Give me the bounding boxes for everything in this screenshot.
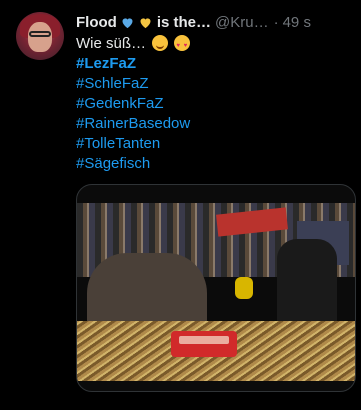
media-image	[77, 203, 355, 381]
hashtag-line: #RainerBasedow	[76, 114, 190, 134]
hashtag-line: #GedenkFaZ	[76, 94, 190, 114]
avatar-face	[28, 22, 52, 52]
avatar[interactable]	[16, 12, 64, 60]
avatar-glasses	[29, 31, 51, 37]
tweet[interactable]: Flood is the… @Kru… · 49 s Wie süß… #Lez…	[0, 0, 361, 410]
author-name[interactable]: Flood	[76, 14, 117, 31]
media-lamp	[235, 277, 253, 299]
hashtag-lezfaz[interactable]: #LezFaZ	[76, 55, 136, 72]
tweet-time[interactable]: 49 s	[283, 14, 311, 31]
hashtag-saegefisch[interactable]: #Sägefisch	[76, 155, 150, 172]
hashtag-line: #TolleTanten	[76, 134, 190, 154]
hashtag-line: #Sägefisch	[76, 154, 190, 174]
hashtag-gedenkfaz[interactable]: #GedenkFaZ	[76, 95, 164, 112]
time-separator: ·	[273, 13, 279, 31]
tweet-text: Wie süß… #LezFaZ #SchleFaZ #GedenkFaZ #R…	[76, 34, 191, 174]
tweet-text-line: Wie süß…	[76, 34, 191, 56]
hashtag-line: #SchleFaZ	[76, 74, 190, 94]
heart-eyes-face-icon	[174, 35, 191, 56]
blue-heart-icon	[122, 17, 133, 28]
author-handle[interactable]: @Kru…	[215, 14, 269, 31]
tweet-text-main: Wie süß…	[76, 35, 147, 52]
author-name-suffix[interactable]: is the…	[157, 14, 211, 31]
yellow-heart-icon	[140, 17, 151, 28]
hashtag-tolletanten[interactable]: #TolleTanten	[76, 135, 160, 152]
media-toy-bus	[171, 331, 237, 357]
tweet-actions	[76, 404, 361, 410]
hashtag-rainerbasedow[interactable]: #RainerBasedow	[76, 115, 190, 132]
smiling-face-icon	[152, 35, 169, 51]
tweet-media[interactable]	[76, 184, 356, 392]
tweet-header: Flood is the… @Kru… · 49 s	[76, 12, 351, 32]
hashtag-schlefaz[interactable]: #SchleFaZ	[76, 75, 149, 92]
hashtag-line: #LezFaZ	[76, 54, 190, 74]
